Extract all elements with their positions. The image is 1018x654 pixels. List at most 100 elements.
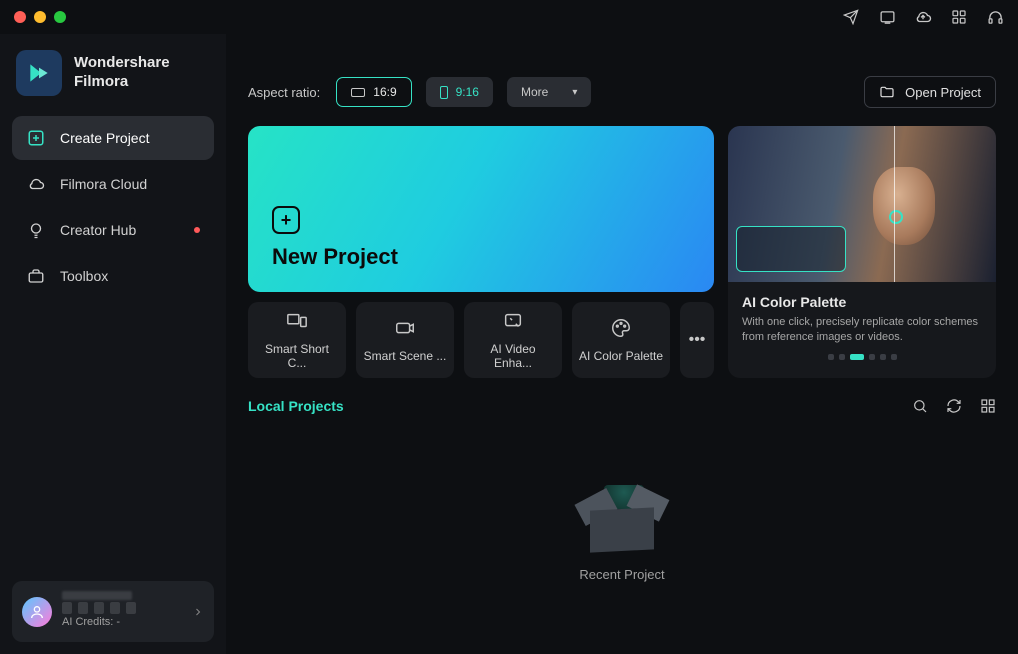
brand: Wondershare Filmora xyxy=(12,42,214,116)
tool-label: Smart Scene ... xyxy=(364,349,447,363)
window-controls xyxy=(14,11,66,23)
carousel-dot[interactable] xyxy=(839,354,845,360)
carousel-dot[interactable] xyxy=(828,354,834,360)
profile-name-redacted xyxy=(62,591,132,600)
brand-line1: Wondershare xyxy=(74,54,170,73)
face-illustration xyxy=(873,167,935,245)
carousel-dot[interactable] xyxy=(880,354,886,360)
open-project-label: Open Project xyxy=(905,85,981,100)
section-header: Local Projects xyxy=(248,398,996,414)
nav: Create Project Filmora Cloud Creator Hub… xyxy=(12,116,214,298)
tool-ai-color-palette[interactable]: AI Color Palette xyxy=(572,302,670,378)
empty-box-illustration xyxy=(580,477,664,551)
aspect-ratio-label: Aspect ratio: xyxy=(248,85,320,100)
tool-row: Smart Short C... Smart Scene ... AI Vide… xyxy=(248,302,714,378)
close-window-button[interactable] xyxy=(14,11,26,23)
marker-icon xyxy=(889,210,903,224)
brand-text: Wondershare Filmora xyxy=(74,54,170,92)
send-icon[interactable] xyxy=(842,8,860,26)
plus-icon: + xyxy=(272,206,300,234)
devices-icon xyxy=(286,310,308,332)
sidebar: Wondershare Filmora Create Project Filmo… xyxy=(0,34,226,654)
cloud-icon[interactable] xyxy=(914,8,932,26)
profile-card[interactable]: AI Credits: - xyxy=(12,581,214,642)
overlay-panel xyxy=(736,226,846,272)
section-actions xyxy=(912,398,996,414)
tool-more-button[interactable]: ••• xyxy=(680,302,714,378)
nav-create-project[interactable]: Create Project xyxy=(12,116,214,160)
hero-row: + New Project Smart Short C... Smart Sce… xyxy=(248,126,996,378)
nav-label: Filmora Cloud xyxy=(60,176,200,192)
notification-dot xyxy=(194,227,200,233)
nav-label: Toolbox xyxy=(60,268,200,284)
nav-label: Create Project xyxy=(60,130,200,146)
maximize-window-button[interactable] xyxy=(54,11,66,23)
ellipsis-icon: ••• xyxy=(689,331,706,349)
nav-creator-hub[interactable]: Creator Hub xyxy=(12,208,214,252)
badge-icon xyxy=(62,602,72,614)
carousel-dot[interactable] xyxy=(869,354,875,360)
tool-label: AI Color Palette xyxy=(579,349,663,363)
aspect-ratio-row: Aspect ratio: 16:9 9:16 More ▾ Open Proj… xyxy=(248,76,996,108)
badge-icon xyxy=(126,602,136,614)
feature-title: AI Color Palette xyxy=(742,294,982,310)
message-icon[interactable] xyxy=(878,8,896,26)
carousel-dot[interactable] xyxy=(891,354,897,360)
carousel-dot-active[interactable] xyxy=(850,354,864,360)
palette-icon xyxy=(610,317,632,339)
headset-icon[interactable] xyxy=(986,8,1004,26)
badge-icon xyxy=(110,602,120,614)
badge-icon xyxy=(78,602,88,614)
ratio-text: 16:9 xyxy=(373,85,396,99)
search-icon[interactable] xyxy=(912,398,928,414)
feature-desc: With one click, precisely replicate colo… xyxy=(742,315,982,346)
ratio-text: 9:16 xyxy=(456,85,479,99)
aspect-ratio-16-9[interactable]: 16:9 xyxy=(336,77,411,107)
carousel-dots xyxy=(728,354,996,370)
hero-left: + New Project Smart Short C... Smart Sce… xyxy=(248,126,714,378)
feature-caption: AI Color Palette With one click, precise… xyxy=(728,282,996,354)
tool-label: Smart Short C... xyxy=(254,342,340,370)
recent-empty-state: Recent Project xyxy=(248,420,996,638)
brand-icon xyxy=(16,50,62,96)
toolbox-icon xyxy=(26,266,46,286)
camera-icon xyxy=(394,317,416,339)
ai-credits-label: AI Credits: - xyxy=(62,614,182,632)
refresh-icon[interactable] xyxy=(946,398,962,414)
new-project-title: New Project xyxy=(272,244,690,270)
local-projects-title: Local Projects xyxy=(248,398,344,414)
tool-label: AI Video Enha... xyxy=(470,342,556,370)
titlebar-actions xyxy=(842,8,1004,26)
brand-line2: Filmora xyxy=(74,73,170,92)
badge-icon xyxy=(94,602,104,614)
chevron-right-icon xyxy=(192,606,204,618)
bulb-icon xyxy=(26,220,46,240)
nav-filmora-cloud[interactable]: Filmora Cloud xyxy=(12,162,214,206)
more-label: More xyxy=(521,85,548,99)
chevron-down-icon: ▾ xyxy=(572,87,577,98)
profile-info: AI Credits: - xyxy=(62,591,182,632)
feature-card[interactable]: AI Color Palette With one click, precise… xyxy=(728,126,996,378)
aspect-ratio-more[interactable]: More ▾ xyxy=(507,77,591,107)
tool-smart-short-clips[interactable]: Smart Short C... xyxy=(248,302,346,378)
tool-ai-video-enhance[interactable]: AI Video Enha... xyxy=(464,302,562,378)
portrait-rect-icon xyxy=(440,86,448,99)
content: Aspect ratio: 16:9 9:16 More ▾ Open Proj… xyxy=(226,34,1018,654)
aspect-ratio-9-16[interactable]: 9:16 xyxy=(426,77,493,107)
minimize-window-button[interactable] xyxy=(34,11,46,23)
landscape-rect-icon xyxy=(351,88,365,97)
new-project-card[interactable]: + New Project xyxy=(248,126,714,292)
cloud-icon xyxy=(26,174,46,194)
tool-smart-scene[interactable]: Smart Scene ... xyxy=(356,302,454,378)
feature-image xyxy=(728,126,996,282)
nav-toolbox[interactable]: Toolbox xyxy=(12,254,214,298)
open-project-button[interactable]: Open Project xyxy=(864,76,996,108)
folder-icon xyxy=(879,84,895,100)
grid-view-icon[interactable] xyxy=(980,398,996,414)
enhance-icon xyxy=(502,310,524,332)
titlebar xyxy=(0,0,1018,34)
plus-square-icon xyxy=(26,128,46,148)
apps-grid-icon[interactable] xyxy=(950,8,968,26)
nav-label: Creator Hub xyxy=(60,222,180,238)
recent-project-label: Recent Project xyxy=(579,567,664,582)
